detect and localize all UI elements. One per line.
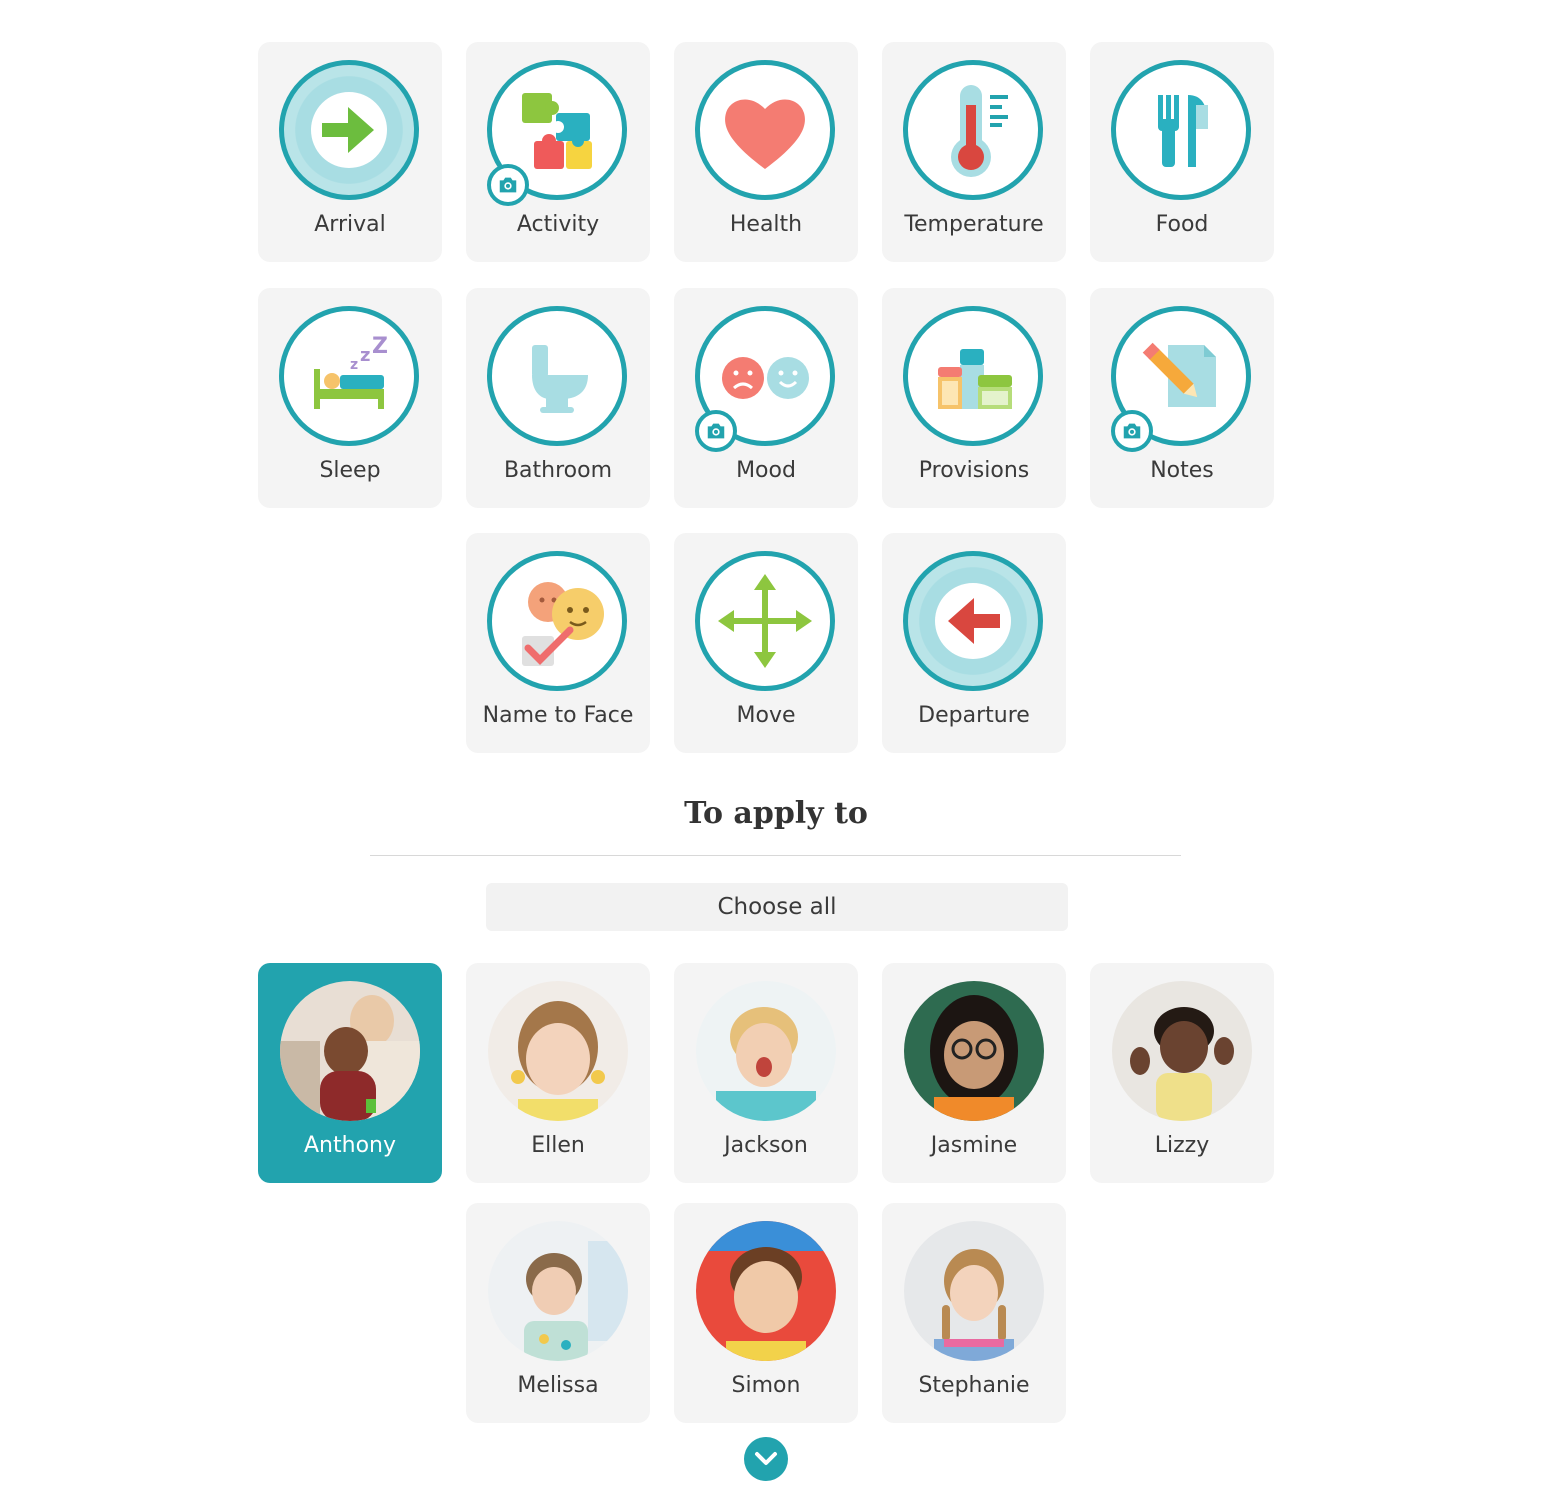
- child-tile-stephanie[interactable]: Stephanie: [882, 1203, 1066, 1423]
- bed-icon: z z Z: [279, 306, 419, 446]
- section-title: To apply to: [684, 796, 868, 831]
- activity-tile-activity[interactable]: Activity: [466, 42, 650, 262]
- avatar: [696, 981, 836, 1121]
- arrival-icon: [279, 60, 419, 200]
- activity-label: Sleep: [319, 458, 381, 483]
- camera-icon: [695, 410, 737, 452]
- child-tile-jasmine[interactable]: Jasmine: [882, 963, 1066, 1183]
- activity-tile-arrival[interactable]: Arrival: [258, 42, 442, 262]
- avatar: [1112, 981, 1252, 1121]
- activity-tile-food[interactable]: Food: [1090, 42, 1274, 262]
- activity-tile-departure[interactable]: Departure: [882, 533, 1066, 753]
- child-tile-anthony[interactable]: Anthony: [258, 963, 442, 1183]
- activity-label: Provisions: [918, 458, 1030, 483]
- activity-tile-mood[interactable]: Mood: [674, 288, 858, 508]
- move-arrows-icon: [695, 551, 835, 691]
- activity-label: Arrival: [314, 212, 386, 237]
- activity-tile-move[interactable]: Move: [674, 533, 858, 753]
- avatar: [696, 1221, 836, 1361]
- activity-tile-sleep[interactable]: z z Z Sleep: [258, 288, 442, 508]
- scroll-down-button[interactable]: [744, 1437, 788, 1481]
- name-to-face-icon: [487, 551, 627, 691]
- avatar: [488, 1221, 628, 1361]
- chevron-down-icon: [755, 1452, 777, 1465]
- child-tile-jackson[interactable]: Jackson: [674, 963, 858, 1183]
- provisions-icon: [903, 306, 1043, 446]
- activity-label: Activity: [516, 212, 600, 237]
- child-tile-lizzy[interactable]: Lizzy: [1090, 963, 1274, 1183]
- svg-text:Z: Z: [372, 334, 388, 359]
- svg-text:z: z: [360, 345, 370, 366]
- avatar: [904, 1221, 1044, 1361]
- child-name: Simon: [731, 1373, 801, 1398]
- camera-icon: [1111, 410, 1153, 452]
- child-tile-ellen[interactable]: Ellen: [466, 963, 650, 1183]
- fork-knife-icon: [1111, 60, 1251, 200]
- avatar: [488, 981, 628, 1121]
- divider: [370, 855, 1181, 856]
- child-name: Anthony: [304, 1133, 396, 1158]
- activity-tile-bathroom[interactable]: Bathroom: [466, 288, 650, 508]
- activity-tile-health[interactable]: Health: [674, 42, 858, 262]
- camera-icon: [487, 164, 529, 206]
- child-tile-melissa[interactable]: Melissa: [466, 1203, 650, 1423]
- activity-tile-notes[interactable]: Notes: [1090, 288, 1274, 508]
- child-name: Jackson: [724, 1133, 808, 1158]
- activity-label: Mood: [736, 458, 796, 483]
- activity-label: Name to Face: [482, 703, 634, 728]
- avatar: [280, 981, 420, 1121]
- child-name: Lizzy: [1154, 1133, 1210, 1158]
- choose-all-button[interactable]: Choose all: [486, 883, 1068, 931]
- activity-tile-provisions[interactable]: Provisions: [882, 288, 1066, 508]
- activity-label: Departure: [918, 703, 1030, 728]
- thermometer-icon: [903, 60, 1043, 200]
- child-name: Jasmine: [930, 1133, 1018, 1158]
- child-name: Stephanie: [918, 1373, 1030, 1398]
- activity-label: Temperature: [904, 212, 1044, 237]
- activity-label: Notes: [1150, 458, 1214, 483]
- activity-tile-temperature[interactable]: Temperature: [882, 42, 1066, 262]
- avatar: [904, 981, 1044, 1121]
- heart-icon: [695, 60, 835, 200]
- activity-label: Bathroom: [503, 458, 613, 483]
- svg-text:z: z: [350, 357, 358, 373]
- child-name: Ellen: [531, 1133, 585, 1158]
- activity-label: Move: [736, 703, 796, 728]
- activity-label: Food: [1155, 212, 1209, 237]
- child-name: Melissa: [517, 1373, 599, 1398]
- activity-label: Health: [729, 212, 803, 237]
- child-tile-simon[interactable]: Simon: [674, 1203, 858, 1423]
- activity-tile-name-to-face[interactable]: Name to Face: [466, 533, 650, 753]
- departure-icon: [903, 551, 1043, 691]
- toilet-icon: [487, 306, 627, 446]
